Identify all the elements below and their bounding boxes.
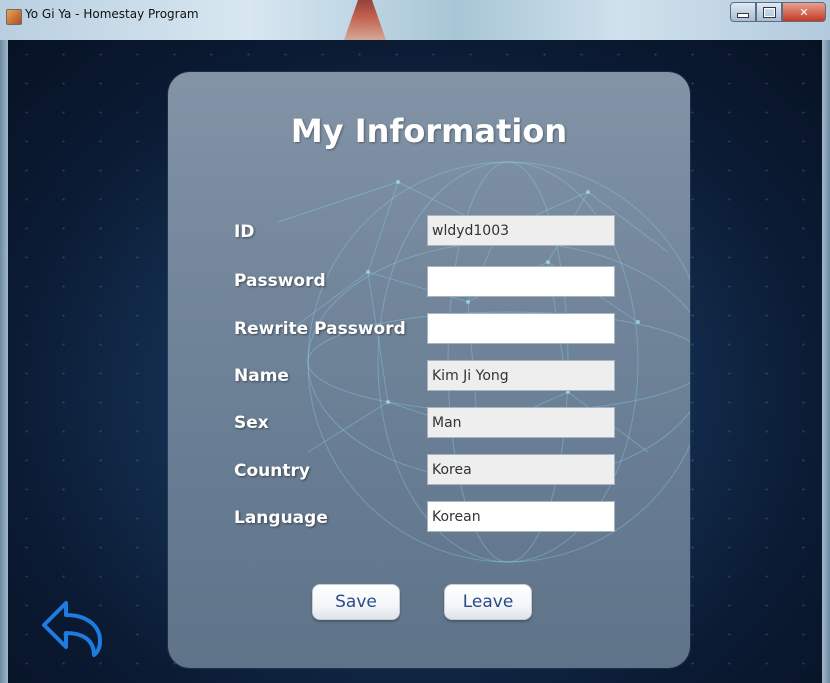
language-field[interactable] xyxy=(427,501,615,532)
close-icon: ✕ xyxy=(799,5,809,19)
minimize-button[interactable] xyxy=(730,2,756,22)
window-controls: ✕ xyxy=(730,2,826,22)
window-frame-right xyxy=(822,40,830,683)
password-field[interactable] xyxy=(427,266,615,297)
country-field[interactable] xyxy=(427,454,615,485)
id-field[interactable] xyxy=(427,215,615,246)
name-field[interactable] xyxy=(427,360,615,391)
id-label: ID xyxy=(234,222,255,242)
maximize-button[interactable] xyxy=(756,2,782,22)
page-title: My Information xyxy=(290,112,568,150)
window-title: Yo Gi Ya - Homestay Program xyxy=(25,7,199,21)
window-titlebar: Yo Gi Ya - Homestay Program ✕ xyxy=(0,0,830,40)
language-label: Language xyxy=(234,508,328,528)
country-label: Country xyxy=(234,461,310,481)
back-arrow-icon xyxy=(42,601,102,657)
name-label: Name xyxy=(234,366,289,386)
close-button[interactable]: ✕ xyxy=(782,2,826,22)
rewrite-password-label: Rewrite Password xyxy=(234,319,406,339)
rewrite-password-field[interactable] xyxy=(427,313,615,344)
sex-field[interactable] xyxy=(427,407,615,438)
maximize-icon xyxy=(762,6,776,18)
window-frame-left xyxy=(0,40,8,683)
minimize-icon xyxy=(737,13,749,18)
leave-button[interactable]: Leave xyxy=(444,584,532,620)
my-information-panel: My Information ID Password Rewrite Passw… xyxy=(168,72,690,668)
back-button[interactable] xyxy=(38,597,108,659)
sex-label: Sex xyxy=(234,413,269,433)
password-label: Password xyxy=(234,271,326,291)
save-button[interactable]: Save xyxy=(312,584,400,620)
app-icon xyxy=(6,9,22,25)
titlebar-decoration xyxy=(344,0,386,40)
